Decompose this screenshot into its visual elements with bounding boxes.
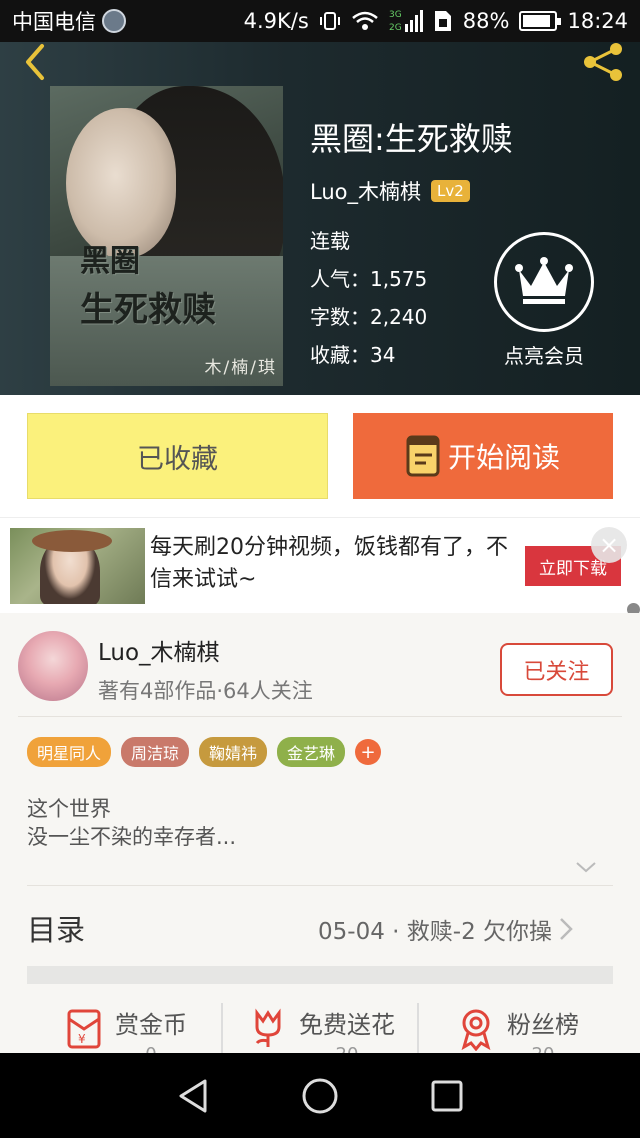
stat-fans[interactable]: 粉丝榜 20 (419, 1003, 613, 1065)
battery-percent: 88% (462, 9, 510, 33)
toc-latest-chapter[interactable]: 05-04 · 救赎-2 欠你操 (318, 912, 574, 946)
tag-list: 明星同人 周洁琼 鞠婧祎 金艺琳 + (27, 737, 382, 767)
carrier-badge-icon (102, 9, 126, 33)
status-bar: 中国电信 4.9K/s 3G 2G 88% 18:24 (0, 0, 640, 42)
stat-flowers[interactable]: 免费送花 20 (223, 1003, 419, 1065)
intro-line-2: 没一尘不染的幸存者... (27, 825, 237, 849)
battery-icon (519, 11, 562, 31)
book-meta: 连载 人气：1,575 字数：2,240 收藏：34 (310, 222, 427, 374)
ad-close-button[interactable]: × (591, 527, 627, 563)
crown-icon (515, 257, 573, 304)
chevron-left-icon (26, 44, 44, 80)
clock: 18:24 (567, 9, 628, 33)
cover-author: 木/楠/琪 (204, 358, 277, 378)
chevron-down-icon[interactable] (574, 855, 598, 879)
author-name[interactable]: Luo_木楠棋 (310, 176, 421, 206)
book-header: 黑圈 生死救赎 木/楠/琪 黑圈:生死救赎 Luo_木楠棋 Lv2 连载 人气：… (0, 42, 640, 395)
section-separator (27, 966, 613, 984)
ad-hat (32, 530, 112, 552)
tag-chip[interactable]: 明星同人 (27, 737, 112, 767)
wifi-icon (351, 11, 378, 30)
favorites-label: 收藏： (310, 343, 370, 367)
network-speed: 4.9K/s (243, 9, 309, 33)
carrier-group: 中国电信 (12, 6, 126, 36)
book-intro[interactable]: 这个世界 没一尘不染的幸存者... (27, 795, 236, 851)
ad-text: 每天刷20分钟视频，饭钱都有了，不信来试试~ (150, 535, 508, 592)
action-bar: 已收藏 开始阅读 (0, 395, 640, 517)
cover-title-line1: 黑圈 (80, 244, 140, 279)
circle-home-icon (302, 1078, 338, 1113)
share-button[interactable] (578, 42, 628, 82)
popularity-label: 人气： (310, 267, 370, 291)
latest-chapter-text: 05-04 · 救赎-2 欠你操 (318, 919, 553, 945)
popularity-value: 1,575 (370, 267, 428, 291)
favorites-row: 收藏：34 (310, 336, 427, 374)
nav-recents-button[interactable] (427, 1076, 467, 1116)
system-nav-bar (0, 1053, 640, 1138)
sim-card-icon (434, 11, 451, 31)
book-title: 黑圈:生死救赎 (310, 120, 513, 158)
author-card-name[interactable]: Luo_木楠棋 (98, 633, 220, 667)
level-badge: Lv2 (431, 180, 470, 202)
words-row: 字数：2,240 (310, 298, 427, 336)
ad-banner[interactable]: 每天刷20分钟视频，饭钱都有了，不信来试试~ 立即下载 × (0, 517, 640, 616)
flower-icon (255, 1008, 281, 1047)
book-cover[interactable]: 黑圈 生死救赎 木/楠/琪 (50, 86, 283, 386)
back-button[interactable] (16, 42, 56, 82)
tag-chip[interactable]: 鞠婧祎 (199, 737, 268, 767)
collected-button[interactable]: 已收藏 (27, 413, 328, 499)
add-tag-button[interactable]: + (355, 739, 382, 765)
tag-chip[interactable]: 金艺琳 (277, 737, 346, 767)
stat-flowers-label: 免费送花 (299, 1011, 395, 1039)
status-right: 4.9K/s 3G 2G 88% 18:24 (244, 8, 628, 34)
start-reading-button[interactable]: 开始阅读 (353, 413, 613, 499)
triangle-back-icon (179, 1079, 207, 1112)
avatar[interactable] (18, 631, 88, 701)
stat-coins[interactable]: ¥ 赏金币 0 (27, 1003, 223, 1065)
square-recents-icon (431, 1080, 463, 1111)
start-reading-label: 开始阅读 (447, 441, 560, 474)
carrier-name: 中国电信 (12, 10, 96, 34)
toc-title[interactable]: 目录 (27, 907, 85, 949)
words-label: 字数： (310, 305, 370, 329)
author-section: Luo_木楠棋 著有4部作品·64人关注 已关注 明星同人 周洁琼 鞠婧祎 金艺琳 + … (0, 613, 640, 1065)
vibrate-icon (319, 12, 340, 30)
tag-chip[interactable]: 周洁琼 (121, 737, 190, 767)
words-value: 2,240 (370, 305, 428, 329)
vip-circle (494, 232, 594, 332)
medal-icon (461, 1009, 491, 1051)
book-status: 连载 (310, 229, 350, 253)
ad-image (10, 528, 145, 604)
svg-text:¥: ¥ (78, 1032, 86, 1046)
popularity-row: 人气：1,575 (310, 260, 427, 298)
vip-button[interactable]: 点亮会员 (494, 232, 594, 369)
favorites-value: 34 (370, 343, 396, 367)
author-row: Luo_木楠棋 Lv2 (310, 176, 470, 206)
stats-bar: ¥ 赏金币 0 免费送花 20 (27, 1003, 613, 1065)
svg-text:2G: 2G (389, 23, 402, 33)
share-icon (584, 43, 622, 81)
signal-icon: 3G 2G (389, 10, 423, 33)
nav-back-button[interactable] (173, 1076, 213, 1116)
author-card-summary: 著有4部作品·64人关注 (98, 679, 313, 703)
battery-level (523, 15, 550, 27)
red-envelope-icon: ¥ (67, 1009, 101, 1049)
vip-label: 点亮会员 (504, 344, 584, 368)
chevron-right-icon (560, 918, 573, 940)
divider (18, 716, 622, 717)
svg-text:3G: 3G (389, 10, 402, 20)
nav-home-button[interactable] (300, 1076, 340, 1116)
stat-coins-label: 赏金币 (115, 1011, 187, 1039)
follow-button[interactable]: 已关注 (500, 643, 613, 696)
cover-title-line2: 生死救赎 (80, 290, 216, 330)
intro-line-1: 这个世界 (27, 797, 111, 821)
stat-fans-label: 粉丝榜 (507, 1011, 579, 1039)
book-icon (406, 435, 440, 477)
divider (27, 885, 613, 886)
